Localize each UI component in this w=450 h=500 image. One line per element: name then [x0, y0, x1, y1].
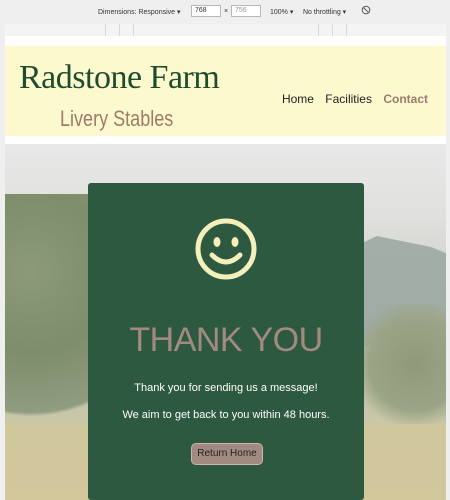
page-viewport: Radstone Farm Livery Stables Home Facili…: [5, 36, 446, 500]
ruler-segment: [318, 24, 319, 36]
thank-you-message: Thank you for sending us a message!: [134, 382, 318, 394]
nav-item-home[interactable]: Home: [282, 92, 314, 106]
devtools-toolbar: Dimensions: Responsive ▾ 768 × 756 100% …: [0, 0, 450, 24]
smiley-face-icon: [194, 217, 258, 281]
return-home-button[interactable]: Return Home: [191, 443, 263, 465]
height-input[interactable]: 756: [231, 5, 261, 17]
times-separator: ×: [224, 8, 229, 15]
rotate-icon[interactable]: [361, 5, 371, 17]
width-input[interactable]: 768: [191, 5, 221, 17]
ruler-segment: [119, 24, 120, 36]
ruler-segment: [105, 24, 106, 36]
thank-you-card: THANK YOU Thank you for sending us a mes…: [88, 183, 364, 500]
main-nav: Home Facilities Contact: [274, 92, 428, 106]
dimensions-dropdown[interactable]: Dimensions: Responsive ▾: [98, 8, 181, 16]
thank-you-heading: THANK YOU: [129, 321, 323, 359]
ruler-segment: [332, 24, 333, 36]
nav-item-contact[interactable]: Contact: [383, 92, 428, 106]
brand-subtitle: Livery Stables: [60, 106, 174, 131]
response-time-message: We aim to get back to you within 48 hour…: [122, 409, 330, 421]
zoom-dropdown[interactable]: 100% ▾: [270, 8, 293, 16]
throttling-dropdown[interactable]: No throttling ▾: [303, 8, 346, 16]
site-header: Radstone Farm Livery Stables Home Facili…: [5, 46, 446, 136]
nav-item-facilities[interactable]: Facilities: [325, 92, 372, 106]
brand-title[interactable]: Radstone Farm: [19, 59, 220, 97]
ruler-segment: [346, 24, 347, 36]
ruler-segment: [133, 24, 134, 36]
browser-frame: Dimensions: Responsive ▾ 768 × 756 100% …: [0, 0, 450, 500]
